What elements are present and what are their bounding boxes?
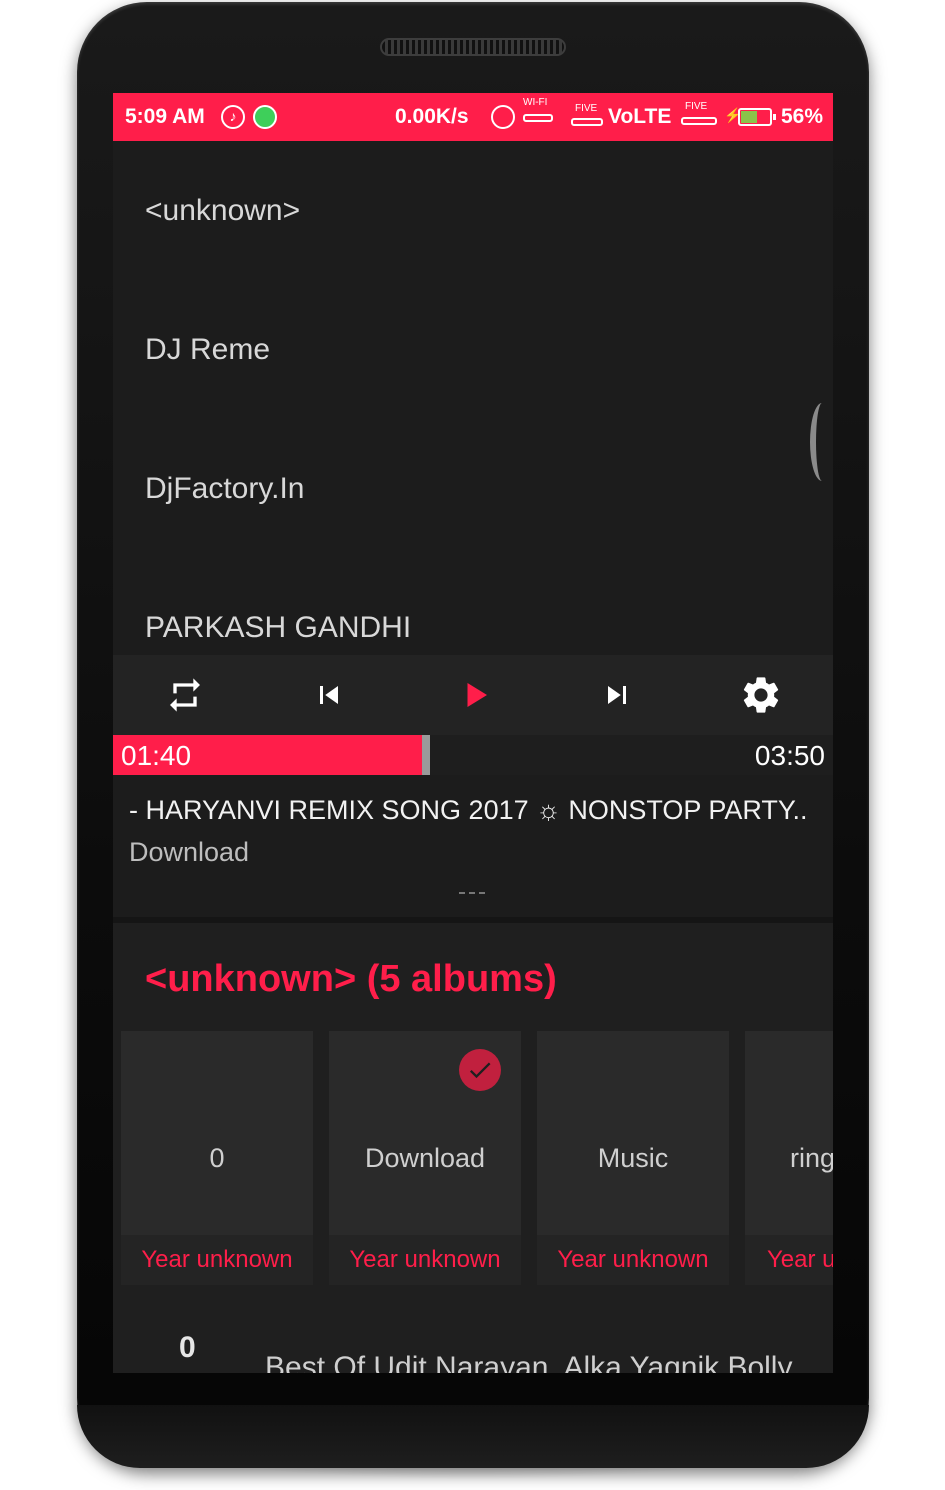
battery-percent: 56% [781,105,824,128]
album-card[interactable]: 0 Year unknown [121,1031,313,1285]
now-playing-info[interactable]: - HARYANVI REMIX SONG 2017 ☼ NONSTOP PAR… [113,775,833,917]
now-playing-title: - HARYANVI REMIX SONG 2017 ☼ NONSTOP PAR… [129,795,808,825]
signal-icon [571,118,603,126]
current-time: 01:40 [121,740,192,771]
sim2-label: FIVE [685,101,708,112]
album-card[interactable]: Music Year unknown [537,1031,729,1285]
album-card[interactable]: Download Year unknown [329,1031,521,1285]
album-name: Download [364,1143,486,1173]
network-speed: 0.00K/s [395,105,469,128]
player-controls [113,655,833,735]
signal-icon [681,117,717,125]
album-year: Year unknown [121,1235,313,1285]
screen: 5:09 AM ♪ 0.00K/s WI-FI FIVE VoLTE FIVE … [113,93,833,1373]
wifi-icon [523,114,553,122]
repeat-icon [170,678,200,712]
track-title: Best Of Udit Narayan, Alka Yagnik Bolly [265,1351,793,1373]
settings-gear-icon [743,677,779,713]
phone-chin [77,1405,869,1468]
play-button[interactable] [453,673,497,717]
status-bar: 5:09 AM ♪ 0.00K/s WI-FI FIVE VoLTE FIVE … [113,93,833,141]
artist-item[interactable]: PARKASH GANDHI [145,611,411,645]
previous-button[interactable] [307,673,351,717]
album-year: Year unknown [745,1235,833,1285]
seek-bar-thumb[interactable] [422,735,430,775]
speaker-grille [380,38,566,56]
battery-icon [738,108,776,126]
album-name: Music [597,1143,669,1173]
fast-scroll-handle[interactable] [810,403,833,481]
settings-button[interactable] [739,673,783,717]
total-time: 03:50 [754,740,825,771]
album-year: Year unknown [329,1235,521,1285]
app-notification-icon [253,105,277,129]
volte-label: VoLTE [608,105,672,128]
album-art [121,1031,313,1235]
sim1-label: FIVE [575,103,598,114]
alarm-icon [491,105,515,129]
album-year: Year unknown [537,1235,729,1285]
album-art [537,1031,729,1235]
wifi-label: WI-FI [523,97,548,108]
artist-item[interactable]: <unknown> [145,194,300,228]
albums-heading: <unknown> (5 albums) [145,958,557,1000]
artist-list: <unknown> DJ Reme DjFactory.In PARKASH G… [113,141,833,655]
album-name: ring [790,1143,833,1173]
next-button[interactable] [595,673,639,717]
album-art [745,1031,833,1235]
artist-item[interactable]: DJ Reme [145,333,270,367]
check-circle-icon [459,1049,501,1091]
track-number: 0 [179,1331,196,1364]
skip-previous-icon [320,686,338,704]
now-playing-album: Download [129,837,250,867]
play-icon [467,683,487,707]
skip-next-icon [608,686,626,704]
checkmark-icon [469,1062,491,1079]
status-time: 5:09 AM [125,105,205,128]
seek-bar[interactable]: 01:40 03:50 [113,735,833,775]
music-note-icon: ♪ [221,105,245,129]
drag-handle[interactable] [459,892,485,895]
battery-level [741,111,757,123]
album-card[interactable]: ring Year unknown [745,1031,833,1285]
track-row[interactable]: 0 Best Of Udit Narayan, Alka Yagnik Boll… [113,1301,833,1373]
repeat-button[interactable] [163,673,207,717]
artist-item[interactable]: DjFactory.In [145,472,304,506]
album-name: 0 [209,1143,225,1173]
